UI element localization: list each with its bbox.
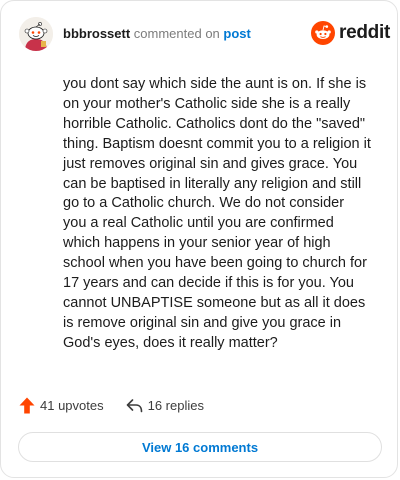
- view-comments-button[interactable]: View 16 comments: [18, 432, 382, 462]
- user-avatar[interactable]: [19, 17, 53, 51]
- upvote-arrow-icon: [19, 397, 35, 414]
- comment-body: you dont say which side the aunt is on. …: [63, 76, 371, 351]
- reddit-snoo-icon: [311, 21, 335, 45]
- comment-footer: 41 upvotes 16 replies: [19, 397, 204, 414]
- snoo-avatar-icon: [19, 17, 53, 51]
- username[interactable]: bbbrossett: [63, 26, 130, 41]
- commented-on-text: commented on: [130, 26, 224, 41]
- comment-header: bbbrossett commented on post: [63, 26, 251, 41]
- upvote-count: 41 upvotes: [40, 398, 104, 413]
- reply-arrow-icon: [126, 399, 142, 413]
- reddit-logo[interactable]: reddit: [311, 21, 390, 45]
- comment-card: bbbrossett commented on post reddit you …: [0, 0, 398, 478]
- reply-count: 16 replies: [147, 398, 204, 413]
- reddit-wordmark: reddit: [339, 22, 390, 43]
- upvote-button[interactable]: 41 upvotes: [19, 397, 104, 414]
- replies-button[interactable]: 16 replies: [126, 398, 204, 413]
- post-link[interactable]: post: [223, 26, 250, 41]
